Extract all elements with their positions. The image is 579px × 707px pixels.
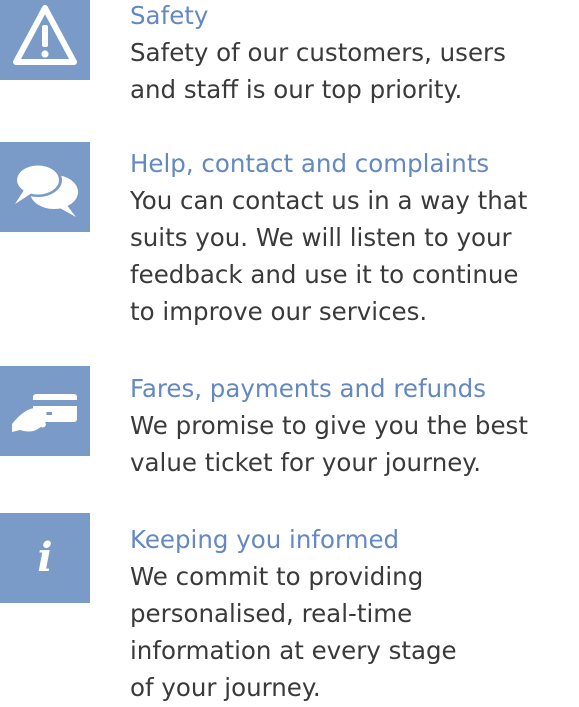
informed-desc-line: We commit to providing bbox=[130, 562, 424, 591]
speech-bubbles-icon bbox=[14, 163, 78, 217]
fares-title: Fares, payments and refunds bbox=[130, 374, 486, 403]
warning-triangle-icon bbox=[13, 5, 77, 65]
info-icon: i bbox=[37, 534, 52, 581]
svg-text:i: i bbox=[37, 534, 52, 581]
help-desc-line: You can contact us in a way that bbox=[130, 186, 528, 215]
fares-icon-tile bbox=[0, 366, 90, 456]
help-desc-line: suits you. We will listen to your bbox=[130, 223, 512, 252]
informed-desc-line: of your journey. bbox=[130, 673, 321, 702]
help-icon-tile bbox=[0, 142, 90, 232]
informed-desc-line: personalised, real-time bbox=[130, 599, 413, 628]
fares-desc-line: We promise to give you the best bbox=[130, 411, 528, 440]
help-title: Help, contact and complaints bbox=[130, 149, 490, 178]
informed-title: Keeping you informed bbox=[130, 525, 400, 554]
info-icon-tile: i bbox=[0, 513, 90, 603]
safety-title: Safety bbox=[130, 1, 209, 30]
safety-desc-line: and staff is our top priority. bbox=[130, 75, 463, 104]
safety-desc-line: Safety of our customers, users bbox=[130, 38, 506, 67]
informed-desc-line: information at every stage bbox=[130, 636, 457, 665]
help-desc-line: feedback and use it to continue bbox=[130, 260, 519, 289]
safety-icon-tile bbox=[0, 0, 90, 80]
fares-desc-line: value ticket for your journey. bbox=[130, 448, 482, 477]
help-desc-line: to improve our services. bbox=[130, 297, 428, 326]
card-payment-icon bbox=[12, 394, 77, 432]
